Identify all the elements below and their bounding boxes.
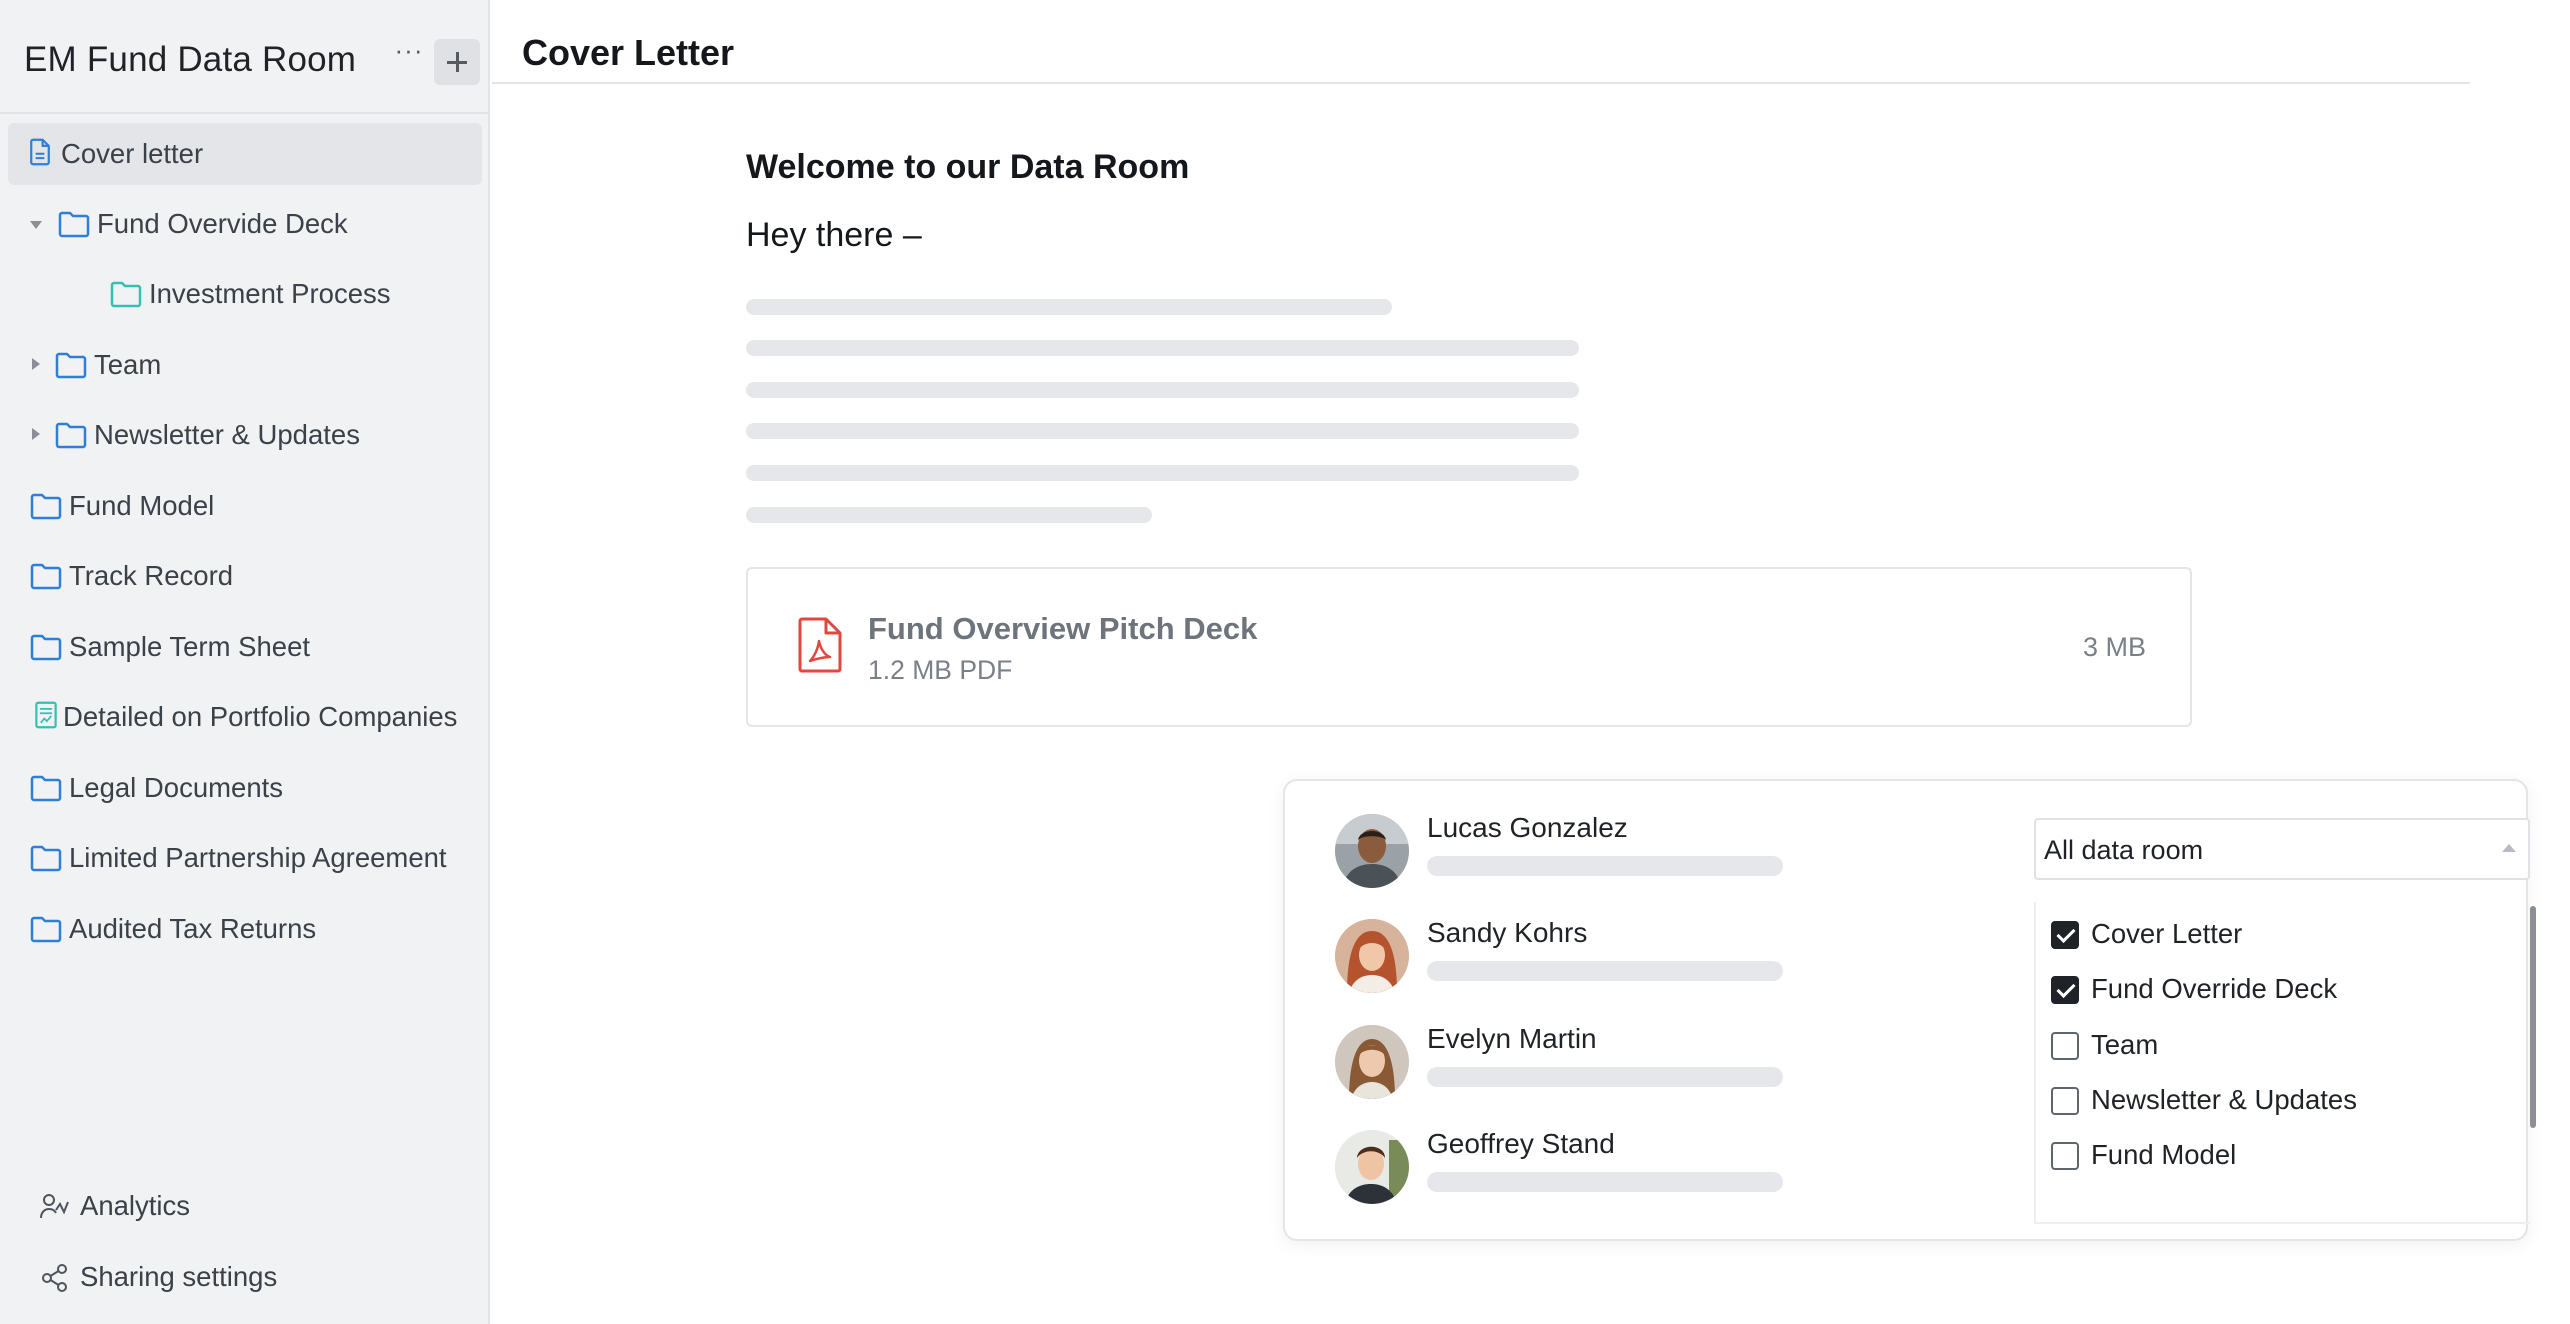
analytics-icon [40, 1194, 69, 1219]
user-name: Geoffrey Stand [1427, 1128, 1615, 1159]
sidebar-item-limited-partnership-agreement[interactable]: Limited Partnership Agreement [8, 827, 482, 889]
sidebar-item-label: Cover letter [61, 138, 204, 169]
folder-icon [30, 775, 62, 802]
file-attachment-card[interactable]: Fund Overview Pitch Deck 1.2 MB PDF 3 MB [746, 567, 2192, 727]
data-room-title: EM Fund Data Room [24, 40, 357, 79]
sharing-settings-link[interactable]: Sharing settings [40, 1257, 380, 1297]
add-button[interactable] [434, 39, 480, 85]
text-placeholder-line [1427, 856, 1783, 876]
text-placeholder-line [1427, 961, 1783, 981]
folder-access-list: Cover Letter Fund Override Deck Team New… [2034, 902, 2530, 1224]
option-label: Team [2091, 1029, 2159, 1060]
folder-icon [30, 493, 62, 520]
sidebar-item-team[interactable]: Team [8, 334, 482, 396]
folder-icon [58, 211, 90, 238]
folder-icon [30, 563, 62, 590]
access-scope-value: All data room [2044, 835, 2204, 865]
checkbox-unchecked[interactable] [2051, 1032, 2079, 1060]
share-icon [42, 1264, 67, 1292]
sidebar-item-newsletter-updates[interactable]: Newsletter & Updates [8, 404, 482, 466]
avatar [1335, 1025, 1409, 1099]
file-size: 3 MB [2082, 632, 2146, 662]
more-options-button[interactable]: ··· [392, 37, 426, 68]
file-name: Fund Overview Pitch Deck [868, 611, 1258, 646]
page-title: Cover Letter [522, 32, 735, 73]
sidebar-item-investment-process[interactable]: Investment Process [8, 263, 482, 325]
sidebar-item-detailed-portfolio-companies[interactable]: Detailed on Portfolio Companies [8, 686, 482, 748]
text-placeholder-line [1427, 1172, 1783, 1192]
sidebar-item-audited-tax-returns[interactable]: Audited Tax Returns [8, 898, 482, 960]
list-scrollbar[interactable] [2530, 906, 2536, 1128]
sidebar-item-label: Fund Model [69, 490, 215, 521]
user-row[interactable]: Evelyn Martin [1335, 1023, 1783, 1101]
sidebar-item-label: Limited Partnership Agreement [69, 842, 447, 873]
chevron-right-icon[interactable] [28, 426, 44, 442]
checkbox-checked[interactable] [2051, 976, 2079, 1004]
text-placeholder-line [1427, 1067, 1783, 1087]
option-label: Fund Override Deck [2091, 973, 2338, 1004]
sidebar-item-sample-term-sheet[interactable]: Sample Term Sheet [8, 616, 482, 678]
chevron-down-icon[interactable] [28, 217, 44, 233]
sidebar-item-label: Legal Documents [69, 772, 284, 803]
document-greeting: Hey there – [746, 216, 922, 254]
user-row[interactable]: Geoffrey Stand [1335, 1128, 1783, 1206]
file-meta: 1.2 MB PDF [868, 655, 1013, 685]
sidebar-item-label: Newsletter & Updates [94, 419, 360, 450]
sidebar: EM Fund Data Room ··· Cover letter Fund … [0, 0, 490, 1324]
sidebar-item-label: Team [94, 349, 162, 380]
sharing-panel: Lucas Gonzalez Sandy Kohrs Evelyn Martin… [1283, 779, 2536, 1241]
document-heading: Welcome to our Data Room [746, 148, 1190, 186]
sidebar-item-label: Track Record [69, 560, 234, 591]
folder-icon [55, 422, 87, 449]
analytics-link[interactable]: Analytics [40, 1186, 340, 1226]
sidebar-item-label: Investment Process [149, 278, 391, 309]
sidebar-item-fund-model[interactable]: Fund Model [8, 475, 482, 537]
sidebar-item-label: Fund Overvide Deck [97, 208, 348, 239]
sidebar-item-label: Sample Term Sheet [69, 631, 311, 662]
user-name: Lucas Gonzalez [1427, 812, 1628, 843]
folder-icon [30, 845, 62, 872]
user-name: Sandy Kohrs [1427, 917, 1588, 948]
sidebar-header: EM Fund Data Room ··· [0, 0, 488, 114]
avatar [1335, 919, 1409, 993]
analytics-label: Analytics [80, 1190, 191, 1221]
user-row[interactable]: Lucas Gonzalez [1335, 812, 1783, 890]
text-placeholder-line [746, 340, 1579, 356]
option-label: Fund Model [2091, 1139, 2237, 1170]
avatar [1335, 814, 1409, 888]
text-placeholder-line [746, 465, 1579, 481]
avatar [1335, 1130, 1409, 1204]
folder-icon [30, 634, 62, 661]
text-placeholder-line [746, 507, 1152, 523]
folder-icon [110, 281, 142, 308]
text-placeholder-line [746, 299, 1392, 315]
header-divider [492, 82, 2470, 84]
text-placeholder-line [746, 382, 1579, 398]
pdf-file-icon [798, 617, 842, 673]
sidebar-item-label: Audited Tax Returns [69, 913, 317, 944]
document-icon [30, 138, 50, 166]
sidebar-item-fund-overvide-deck[interactable]: Fund Overvide Deck [8, 193, 482, 255]
option-label: Cover Letter [2091, 918, 2243, 949]
text-placeholder-line [746, 423, 1579, 439]
spreadsheet-icon [35, 701, 57, 729]
folder-icon [30, 916, 62, 943]
checkbox-checked[interactable] [2051, 921, 2079, 949]
option-label: Newsletter & Updates [2091, 1084, 2357, 1115]
sidebar-item-label: Detailed on Portfolio Companies [63, 701, 458, 732]
checkbox-unchecked[interactable] [2051, 1087, 2079, 1115]
checkbox-unchecked[interactable] [2051, 1142, 2079, 1170]
sidebar-item-track-record[interactable]: Track Record [8, 545, 482, 607]
sidebar-item-legal-documents[interactable]: Legal Documents [8, 757, 482, 819]
sidebar-item-cover-letter[interactable]: Cover letter [8, 123, 482, 185]
user-name: Evelyn Martin [1427, 1023, 1597, 1054]
access-scope-select[interactable]: All data room [2034, 818, 2530, 880]
folder-icon [55, 352, 87, 379]
chevron-up-icon [2502, 844, 2516, 852]
chevron-right-icon[interactable] [28, 356, 44, 372]
user-row[interactable]: Sandy Kohrs [1335, 917, 1783, 995]
sharing-settings-label: Sharing settings [80, 1261, 278, 1292]
